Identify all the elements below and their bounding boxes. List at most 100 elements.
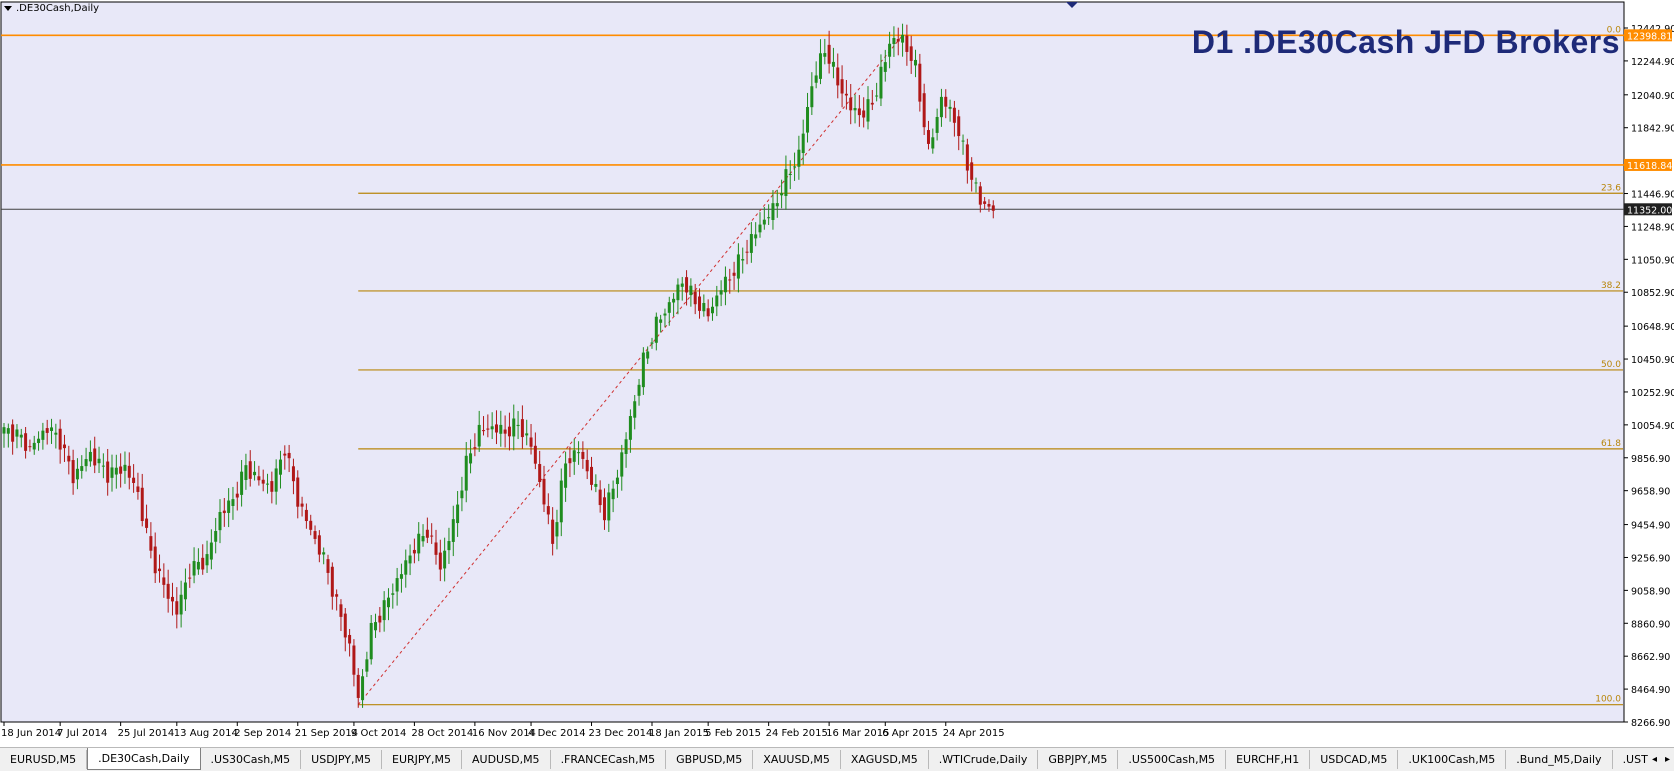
bull-candle <box>214 530 218 542</box>
bear-candle <box>300 503 304 507</box>
bear-candle <box>827 44 831 64</box>
date-scale-label: 13 Aug 2014 <box>174 728 238 739</box>
bull-candle <box>767 217 771 219</box>
date-scale-label: 24 Feb 2015 <box>766 728 828 739</box>
bull-candle <box>391 593 395 595</box>
price-scale-label: 11248.90 <box>1631 222 1674 233</box>
bear-candle <box>326 559 330 573</box>
tab-scroll-right-icon[interactable]: ▸ <box>1665 754 1670 765</box>
bull-candle <box>37 438 41 444</box>
bull-candle <box>218 512 222 531</box>
bull-candle <box>879 66 883 99</box>
bear-candle <box>162 577 166 585</box>
bear-candle <box>201 557 205 570</box>
tab-15[interactable]: .UK100Cash,M5 <box>1398 750 1507 769</box>
bear-candle <box>896 39 900 42</box>
bull-candle <box>736 254 740 279</box>
bull-candle <box>559 480 563 523</box>
bear-candle <box>870 102 874 105</box>
chart-window[interactable]: 12442.9012244.9012040.9011842.9011446.90… <box>0 0 1674 747</box>
bull-candle <box>974 182 978 184</box>
bear-candle <box>503 429 507 434</box>
bear-candle <box>153 546 157 574</box>
bear-candle <box>257 476 261 481</box>
price-scale-label: 11050.90 <box>1631 255 1674 266</box>
tab-14[interactable]: USDCAD,M5 <box>1310 750 1399 769</box>
bear-candle <box>533 445 537 464</box>
bull-candle <box>676 284 680 301</box>
bear-candle <box>67 455 71 462</box>
chart-watermark: D1 .DE30Cash JFD Brokers <box>1191 24 1620 60</box>
tab-1[interactable]: .DE30Cash,Daily <box>87 748 201 770</box>
bear-candle <box>568 458 572 464</box>
price-chart[interactable]: 12442.9012244.9012040.9011842.9011446.90… <box>0 0 1674 747</box>
tab-4[interactable]: EURJPY,M5 <box>382 750 463 769</box>
tab-9[interactable]: XAGUSD,M5 <box>841 750 929 769</box>
price-scale-label: 12244.90 <box>1631 57 1674 68</box>
tab-7[interactable]: GBPUSD,M5 <box>666 750 754 769</box>
bull-candle <box>672 298 676 303</box>
bull-candle <box>892 37 896 45</box>
bull-candle <box>417 533 421 554</box>
tab-8[interactable]: XAUUSD,M5 <box>753 750 841 769</box>
bear-candle <box>551 519 555 544</box>
bull-candle <box>788 173 792 176</box>
bull-candle <box>931 137 935 149</box>
bull-candle <box>628 416 632 440</box>
bull-candle <box>15 429 19 437</box>
bear-candle <box>991 205 995 211</box>
price-scale-label: 9454.90 <box>1631 521 1670 532</box>
date-scale-label: 5 Feb 2015 <box>705 728 761 739</box>
bull-candle <box>577 452 581 454</box>
tab-16[interactable]: .Bund_M5,Daily <box>1506 750 1613 769</box>
bear-candle <box>728 279 732 281</box>
tab-scroll-left-icon[interactable]: ◂ <box>1652 754 1657 765</box>
tab-0[interactable]: EURUSD,M5 <box>0 750 88 769</box>
bull-candle <box>179 594 183 615</box>
tab-2[interactable]: .US30Cash,M5 <box>201 750 302 769</box>
bull-candle <box>641 352 645 388</box>
bull-candle <box>710 306 714 314</box>
bear-candle <box>11 424 15 442</box>
bull-candle <box>780 193 784 196</box>
bull-candle <box>97 458 101 464</box>
caption-dropdown-icon[interactable] <box>4 5 12 11</box>
bear-candle <box>24 433 28 451</box>
date-scale-label: 28 Oct 2014 <box>411 728 473 739</box>
bull-candle <box>244 465 248 481</box>
tab-6[interactable]: .FRANCECash,M5 <box>551 750 667 769</box>
date-scale-label: 2 Sep 2014 <box>234 728 291 739</box>
bear-candle <box>706 308 710 317</box>
bear-candle <box>970 162 974 180</box>
tab-11[interactable]: GBPJPY,M5 <box>1038 750 1119 769</box>
date-scale-label: 9 Oct 2014 <box>351 728 406 739</box>
bear-candle <box>28 446 32 448</box>
bull-candle <box>814 75 818 83</box>
bull-candle <box>624 439 628 454</box>
bull-candle <box>41 430 45 440</box>
bull-candle <box>512 418 516 437</box>
bull-candle <box>75 468 79 480</box>
bull-candle <box>806 106 810 133</box>
bull-candle <box>460 490 464 499</box>
tab-13[interactable]: EURCHF,H1 <box>1226 750 1311 769</box>
bull-candle <box>240 471 244 495</box>
bull-candle <box>231 499 235 506</box>
bear-candle <box>261 479 265 484</box>
bear-candle <box>352 645 356 675</box>
bull-candle <box>451 519 455 542</box>
bull-candle <box>477 424 481 447</box>
bull-candle <box>749 234 753 253</box>
bull-candle <box>853 107 857 111</box>
bear-candle <box>71 460 75 484</box>
tab-5[interactable]: AUDUSD,M5 <box>462 750 551 769</box>
chart-tab-bar: EURUSD,M5 .DE30Cash,Daily .US30Cash,M5 USDJ… <box>0 747 1674 771</box>
bull-candle <box>901 34 905 43</box>
tab-3[interactable]: USDJPY,M5 <box>301 750 383 769</box>
tab-10[interactable]: .WTICrude,Daily <box>929 750 1039 769</box>
bear-candle <box>957 116 961 137</box>
symbol-caption: .DE30Cash,Daily <box>4 2 99 16</box>
bull-candle <box>110 467 114 478</box>
tab-12[interactable]: .US500Cash,M5 <box>1118 750 1227 769</box>
bear-candle <box>330 566 334 597</box>
